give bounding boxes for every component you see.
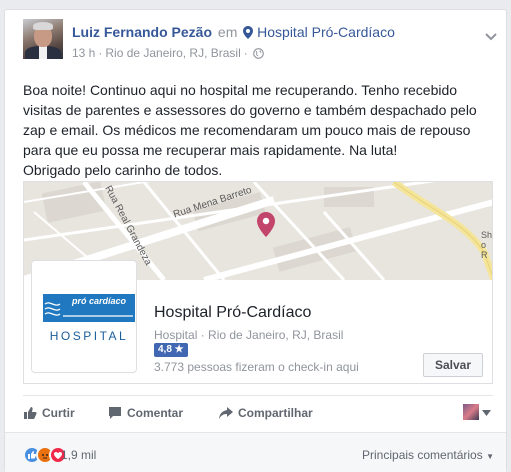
viewer-selector[interactable] — [463, 404, 493, 422]
business-card: pró cardíaco HOSPITAL Hospital Pró-Cardí… — [24, 260, 492, 383]
reaction-count[interactable]: 1,9 mil — [61, 448, 96, 462]
business-meta: Hospital · Rio de Janeiro, RJ, Brasil — [154, 328, 344, 342]
like-label: Curtir — [42, 406, 75, 420]
chevron-down-icon: ▼ — [486, 452, 494, 461]
logo-wordmark: HOSPITAL — [49, 329, 129, 343]
post-text: Boa noite! Continuo aqui no hospital me … — [23, 80, 493, 180]
share-button[interactable]: Compartilhar — [219, 406, 313, 423]
logo-brand-text: pró cardíaco — [72, 296, 127, 306]
checkins-text: 3.773 pessoas fizeram o check-in aqui — [154, 360, 359, 374]
business-name[interactable]: Hospital Pró-Cardíaco — [154, 304, 311, 322]
comment-label: Comentar — [127, 406, 184, 420]
chevron-down-icon — [482, 410, 491, 416]
map-edge-label: Sho R — [481, 230, 493, 260]
post-location[interactable]: Rio de Janeiro, RJ, Brasil — [105, 46, 240, 60]
post-header-line: Luiz Fernando Pezão em Hospital Pró-Card… — [72, 24, 395, 42]
connector-text: em — [217, 24, 238, 40]
chevron-down-icon[interactable] — [485, 28, 497, 44]
post-paragraph: Obrigado pelo carinho de todos. — [23, 162, 223, 178]
save-button[interactable]: Salvar — [422, 353, 483, 377]
share-icon — [219, 406, 233, 423]
post-time[interactable]: 13 h — [72, 46, 95, 60]
pin-icon — [243, 26, 254, 42]
like-button[interactable]: Curtir — [23, 406, 75, 423]
comments-sort-toggle[interactable]: Principais comentários ▼ — [362, 448, 494, 462]
comments-sort-label: Principais comentários — [362, 448, 483, 462]
action-bar: Curtir Comentar Compartilhar — [23, 395, 493, 429]
comment-button[interactable]: Comentar — [108, 406, 183, 423]
globe-icon[interactable] — [252, 48, 264, 62]
viewer-avatar — [463, 404, 479, 420]
business-location: Rio de Janeiro, RJ, Brasil — [208, 328, 344, 342]
post-meta: 13 h · Rio de Janeiro, RJ, Brasil · — [72, 46, 264, 62]
like-icon — [23, 406, 37, 423]
comment-icon — [108, 406, 122, 423]
avatar[interactable] — [23, 19, 63, 59]
rating-badge: 4,8 ★ — [154, 343, 188, 357]
place-attachment[interactable]: Rua Mena Barreto Rua Real Grandeza Sho R… — [23, 181, 493, 384]
post-card: Luiz Fernando Pezão em Hospital Pró-Card… — [4, 9, 507, 472]
post-paragraph: Boa noite! Continuo aqui no hospital me … — [23, 82, 477, 158]
author-name[interactable]: Luiz Fernando Pezão — [72, 24, 212, 40]
business-category: Hospital — [154, 328, 198, 342]
business-logo[interactable]: pró cardíaco HOSPITAL — [31, 260, 137, 373]
share-label: Compartilhar — [238, 406, 313, 420]
reactions-footer: 1,9 mil Principais comentários ▼ — [5, 432, 506, 472]
place-link[interactable]: Hospital Pró-Cardíaco — [257, 24, 395, 40]
